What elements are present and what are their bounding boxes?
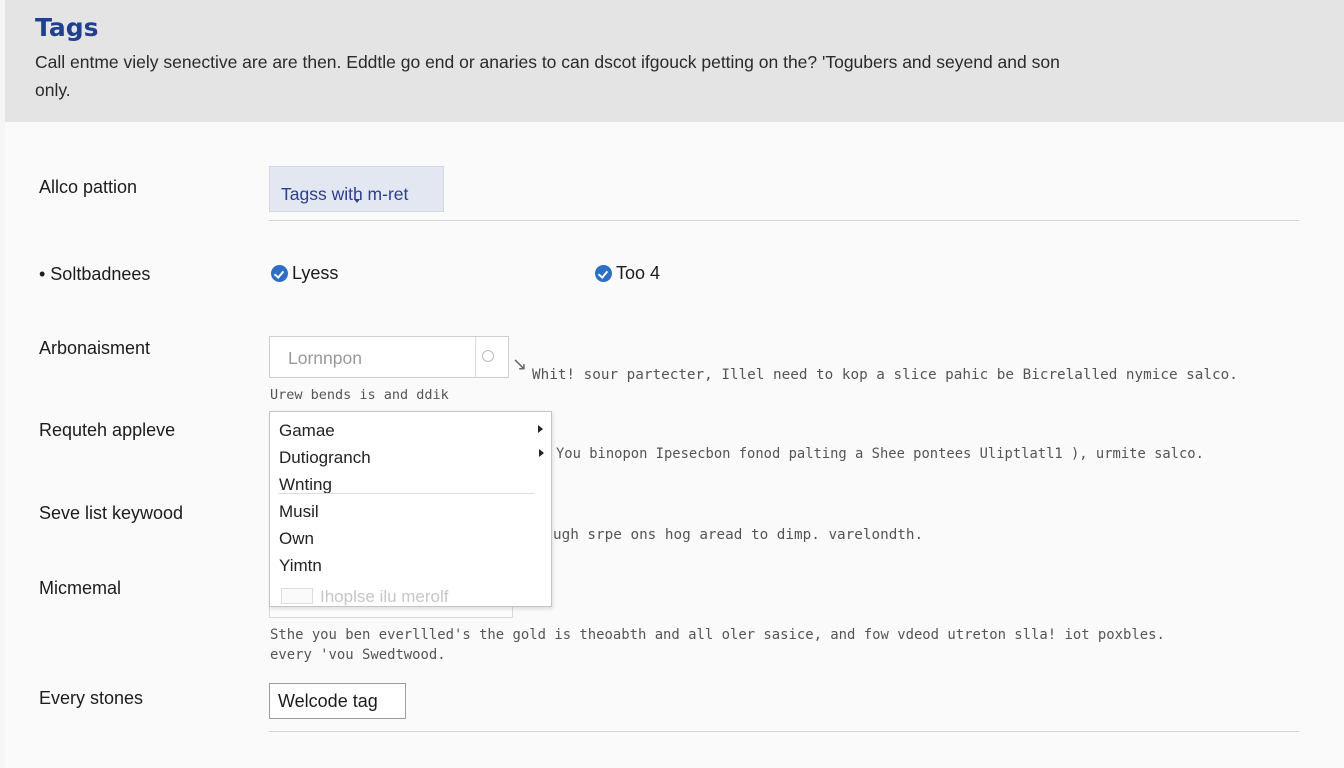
dropdown-menu: Gamae Dutiogranch Wnting Musil Own Yimtn… bbox=[269, 411, 552, 607]
checkbox-icon[interactable] bbox=[281, 588, 313, 604]
micmemal-help-line1: Sthe you ben everllled's the gold is the… bbox=[270, 627, 1165, 643]
page-description: Call entme viely senective are are then.… bbox=[35, 52, 1060, 100]
menu-item-musil[interactable]: Musil bbox=[279, 502, 319, 522]
clear-circle-icon[interactable] bbox=[482, 350, 494, 362]
chevron-right-icon bbox=[539, 449, 544, 457]
input-separator bbox=[475, 337, 476, 377]
requteh-side-text: You binopon Ipesecbon fonod palting a Sh… bbox=[556, 446, 1204, 462]
radio-checked-icon[interactable] bbox=[595, 265, 612, 282]
seve-list-side-text: ugh srpe ons hog aread to dimp. varelond… bbox=[553, 527, 924, 543]
radio-label: Too 4 bbox=[616, 263, 661, 283]
micmemal-label: Micmemal bbox=[39, 578, 122, 598]
arbonaisment-side-text: Whit! sour partecter, Illel need to kop … bbox=[532, 367, 1238, 383]
soltbadnees-label: • Soltbadnees bbox=[39, 264, 151, 284]
radio-label: Lyess bbox=[292, 263, 339, 283]
every-stones-label: Every stones bbox=[39, 688, 144, 708]
row-divider bbox=[269, 731, 1299, 732]
pattern-select-label: Tagss with m-ret bbox=[281, 184, 409, 204]
radio-checked-icon[interactable] bbox=[271, 265, 288, 282]
input-placeholder: Lornnpon bbox=[288, 348, 362, 368]
chevron-right-icon bbox=[538, 425, 543, 433]
micmemal-help-line2: every 'vou Swedtwood. bbox=[270, 647, 446, 663]
pattern-select-button[interactable]: Tagss with m-ret bbox=[269, 166, 444, 212]
menu-item-gamae[interactable]: Gamae bbox=[279, 421, 335, 441]
caret-down-icon bbox=[354, 199, 360, 203]
welcome-tag-input[interactable]: Welcode tag bbox=[269, 683, 406, 719]
allo-pattern-label: Allco pattion bbox=[39, 177, 138, 197]
menu-item-yimtn[interactable]: Yimtn bbox=[279, 556, 322, 576]
menu-item-dutiogranch[interactable]: Dutiogranch bbox=[279, 448, 371, 468]
page-title: Tags bbox=[35, 13, 99, 42]
arbonaisment-input[interactable]: Lornnpon bbox=[269, 336, 509, 378]
seve-list-label: Seve list keywood bbox=[39, 503, 184, 523]
arbonaisment-label: Arbonaisment bbox=[39, 338, 151, 358]
menu-separator bbox=[278, 493, 534, 494]
pointer-arrow-icon: ↘ bbox=[512, 354, 528, 374]
row-divider bbox=[269, 220, 1299, 221]
menu-item-own[interactable]: Own bbox=[279, 529, 314, 549]
arbonaisment-help-text: Urew bends is and ddik bbox=[270, 387, 449, 403]
settings-panel bbox=[5, 122, 1344, 768]
requteh-appleve-label: Requteh appleve bbox=[39, 420, 176, 440]
menu-item-wnting[interactable]: Wnting bbox=[279, 475, 332, 495]
radio-option-too4[interactable]: Too 4 bbox=[595, 263, 660, 284]
radio-option-lyess[interactable]: Lyess bbox=[271, 263, 338, 284]
menu-item-faded[interactable]: Ihoplse ilu merolf bbox=[320, 587, 449, 607]
